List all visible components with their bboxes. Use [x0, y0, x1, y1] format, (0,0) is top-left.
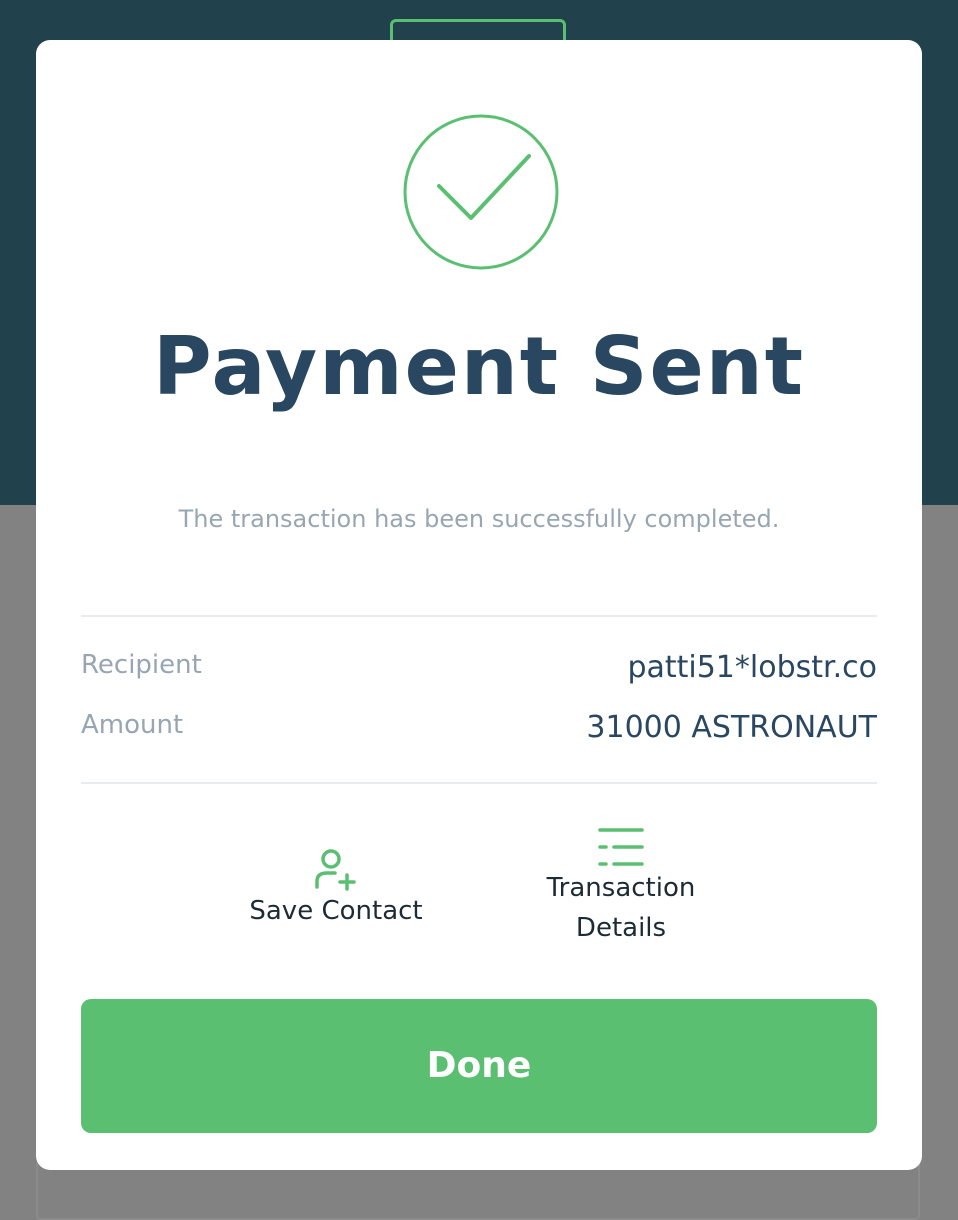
transaction-details-button[interactable]: Transaction Details [531, 826, 711, 948]
add-user-icon [315, 849, 356, 891]
transaction-details-label-line1: Transaction [546, 873, 696, 903]
amount-label: Amount [81, 710, 184, 740]
done-button[interactable]: Done [81, 999, 877, 1133]
save-contact-button[interactable]: Save Contact [231, 845, 441, 931]
status-message: The transaction has been successfully co… [178, 505, 780, 533]
transaction-details-label-line2: Details [575, 913, 667, 943]
recipient-label: Recipient [81, 650, 202, 680]
divider [81, 782, 877, 784]
page-title: Payment Sent [153, 320, 805, 413]
payment-sent-modal: Payment Sent The transaction has been su… [36, 40, 922, 1170]
amount-value: 31000 ASTRONAUT [586, 710, 877, 745]
check-circle-icon [403, 114, 559, 270]
list-icon [598, 828, 644, 866]
divider [81, 615, 877, 617]
save-contact-label: Save Contact [249, 896, 423, 926]
recipient-value: patti51*lobstr.co [627, 650, 877, 685]
